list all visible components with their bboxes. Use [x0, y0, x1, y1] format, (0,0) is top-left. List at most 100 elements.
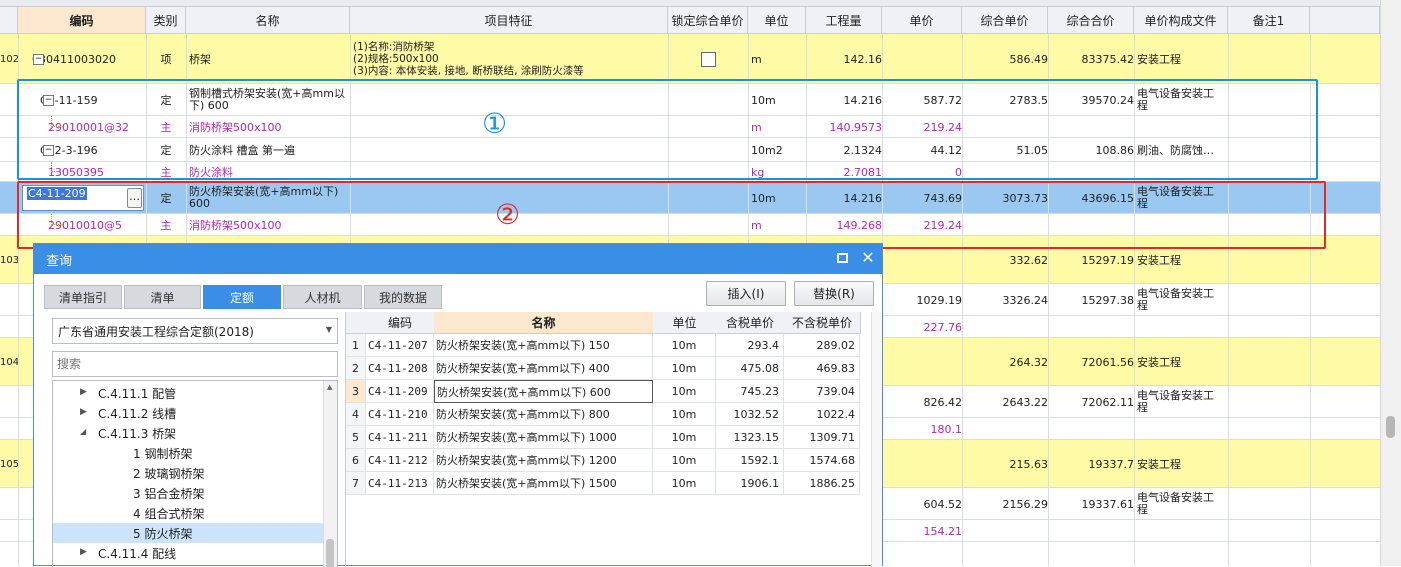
- cell-file[interactable]: 电气设备安装工程: [1134, 386, 1231, 418]
- quota-cell-unit[interactable]: 10m: [653, 449, 716, 472]
- replace-button[interactable]: 替换(R): [794, 281, 874, 306]
- cell-uprice[interactable]: 2156.29: [962, 488, 1052, 520]
- quota-cell-name[interactable]: 防火桥架安装(宽+高mm以下) 800: [434, 403, 653, 426]
- tree-item[interactable]: C.4.11.3 桥架: [98, 423, 176, 443]
- table-header-1[interactable]: 名称: [434, 312, 654, 334]
- cell-total[interactable]: 15297.38: [1048, 284, 1138, 316]
- quota-cell-unit[interactable]: 10m: [653, 403, 716, 426]
- quota-cell-n[interactable]: 3: [346, 380, 366, 403]
- cell-total[interactable]: 19337.7: [1048, 440, 1138, 488]
- quota-cell-n[interactable]: 6: [346, 449, 366, 472]
- table-header-3[interactable]: 含税单价: [716, 312, 785, 334]
- cell-file[interactable]: 电气设备安装工程: [1134, 488, 1231, 520]
- quota-cell-tax[interactable]: 1906.1: [716, 472, 784, 495]
- quota-cell-unit[interactable]: 10m: [653, 357, 716, 380]
- cell-uprice[interactable]: 2643.22: [962, 386, 1052, 418]
- cell-price[interactable]: 154.21: [882, 520, 966, 542]
- quota-cell-notax[interactable]: 1574.68: [784, 449, 860, 472]
- feature-header[interactable]: 项目特征: [350, 7, 668, 34]
- tab-1[interactable]: 清单: [124, 285, 201, 309]
- expand-right-icon[interactable]: ▶: [80, 387, 87, 397]
- cell-type[interactable]: 项: [146, 34, 186, 84]
- file-header[interactable]: 单价构成文件: [1134, 7, 1228, 34]
- tab-0[interactable]: 清单指引: [44, 285, 122, 309]
- maximize-icon[interactable]: [837, 253, 848, 263]
- quota-cell-unit[interactable]: 10m: [653, 334, 716, 357]
- cell-file[interactable]: 安装工程: [1134, 34, 1231, 84]
- cell-price[interactable]: 227.76: [882, 316, 966, 338]
- library-select[interactable]: 广东省通用安装工程综合定额(2018) ▼: [52, 318, 338, 344]
- table-header-2[interactable]: 单位: [653, 312, 717, 334]
- type-header[interactable]: 类别: [146, 7, 186, 34]
- close-icon[interactable]: ✕: [860, 248, 876, 268]
- quota-cell-name[interactable]: 防火桥架安装(宽+高mm以下) 1000: [434, 426, 653, 449]
- cell-price[interactable]: 604.52: [882, 488, 966, 520]
- expand-down-icon[interactable]: ◢: [80, 427, 86, 436]
- cell-total[interactable]: 72061.56: [1048, 338, 1138, 386]
- note-header[interactable]: 备注1: [1228, 7, 1310, 34]
- quota-cell-code[interactable]: C4-11-212: [366, 449, 434, 472]
- cell-unit[interactable]: m: [748, 34, 809, 84]
- tree-item[interactable]: C.4.11.4 配线: [98, 543, 176, 563]
- quota-cell-tax[interactable]: 1032.52: [716, 403, 784, 426]
- cell-code[interactable]: 030411003020: [32, 34, 146, 84]
- tree-item[interactable]: 2 玻璃钢桥架: [133, 463, 204, 483]
- quota-cell-n[interactable]: 2: [346, 357, 366, 380]
- tree-scrollbar[interactable]: ▲: [323, 381, 337, 567]
- cell-price[interactable]: 1029.19: [882, 284, 966, 316]
- tree-item[interactable]: 3 铝合金桥架: [133, 483, 204, 503]
- quota-cell-tax[interactable]: 475.08: [716, 357, 784, 380]
- name-header[interactable]: 名称: [186, 7, 350, 34]
- quota-cell-name[interactable]: 防火桥架安装(宽+高mm以下) 1500: [434, 472, 653, 495]
- code-header[interactable]: 编码: [18, 7, 146, 34]
- unit-header[interactable]: 单位: [748, 7, 806, 34]
- cell-total[interactable]: 83375.42: [1048, 34, 1138, 84]
- table-header-0[interactable]: 编码: [366, 312, 435, 334]
- cell-uprice[interactable]: 586.49: [962, 34, 1052, 84]
- quota-cell-tax[interactable]: 293.4: [716, 334, 784, 357]
- quota-cell-notax[interactable]: 289.02: [784, 334, 860, 357]
- cell-total[interactable]: 72062.11: [1048, 386, 1138, 418]
- quota-cell-code[interactable]: C4-11-209: [366, 380, 434, 403]
- cell-qty[interactable]: 142.16: [806, 34, 886, 84]
- quota-cell-n[interactable]: 1: [346, 334, 366, 357]
- total-header[interactable]: 综合合价: [1048, 7, 1134, 34]
- table-header-4[interactable]: 不含税单价: [784, 312, 861, 334]
- uprice-header[interactable]: 综合单价: [962, 7, 1048, 34]
- cell-price[interactable]: 180.1: [882, 418, 966, 440]
- tree-item[interactable]: 4 组合式桥架: [133, 503, 204, 523]
- quota-cell-unit[interactable]: 10m: [653, 380, 716, 403]
- lock-header[interactable]: 锁定综合单价: [668, 7, 748, 34]
- cell-name[interactable]: 桥架: [186, 34, 353, 84]
- dialog-titlebar[interactable]: 查询: [34, 244, 882, 274]
- tree-scroll-up-icon[interactable]: ▲: [327, 383, 332, 391]
- quota-cell-notax[interactable]: 739.04: [784, 380, 860, 403]
- quota-cell-name[interactable]: 防火桥架安装(宽+高mm以下) 600: [434, 380, 653, 403]
- quota-cell-code[interactable]: C4-11-207: [366, 334, 434, 357]
- quota-cell-n[interactable]: 4: [346, 403, 366, 426]
- quota-cell-name[interactable]: 防火桥架安装(宽+高mm以下) 1200: [434, 449, 653, 472]
- cell-file[interactable]: 电气设备安装工程: [1134, 284, 1231, 316]
- quota-cell-notax[interactable]: 1022.4: [784, 403, 860, 426]
- tree-scrollbar-thumb[interactable]: [326, 539, 334, 567]
- quota-cell-n[interactable]: 5: [346, 426, 366, 449]
- tree-item[interactable]: C.4.11.2 线槽: [98, 403, 176, 423]
- collapse-icon[interactable]: −: [33, 54, 44, 65]
- cell-uprice[interactable]: 3326.24: [962, 284, 1052, 316]
- tab-2[interactable]: 定额: [203, 285, 281, 309]
- expand-right-icon[interactable]: ▶: [80, 407, 87, 417]
- tab-4[interactable]: 我的数据: [364, 285, 442, 309]
- qty-header[interactable]: 工程量: [806, 7, 882, 34]
- scrollbar-thumb[interactable]: [1386, 416, 1395, 438]
- cell-file[interactable]: 安装工程: [1134, 338, 1231, 386]
- quota-cell-code[interactable]: C4-11-208: [366, 357, 434, 380]
- quota-cell-notax[interactable]: 1309.71: [784, 426, 860, 449]
- quota-cell-tax[interactable]: 1592.1: [716, 449, 784, 472]
- tree-item[interactable]: C.4.11.1 配管: [98, 383, 176, 403]
- quota-cell-tax[interactable]: 745.23: [716, 380, 784, 403]
- quota-cell-code[interactable]: C4-11-211: [366, 426, 434, 449]
- tree-item[interactable]: 5 防火桥架: [133, 523, 192, 543]
- cell-uprice[interactable]: 215.63: [962, 440, 1052, 488]
- tree-item[interactable]: 1 钢制桥架: [133, 443, 192, 463]
- quota-cell-notax[interactable]: 469.83: [784, 357, 860, 380]
